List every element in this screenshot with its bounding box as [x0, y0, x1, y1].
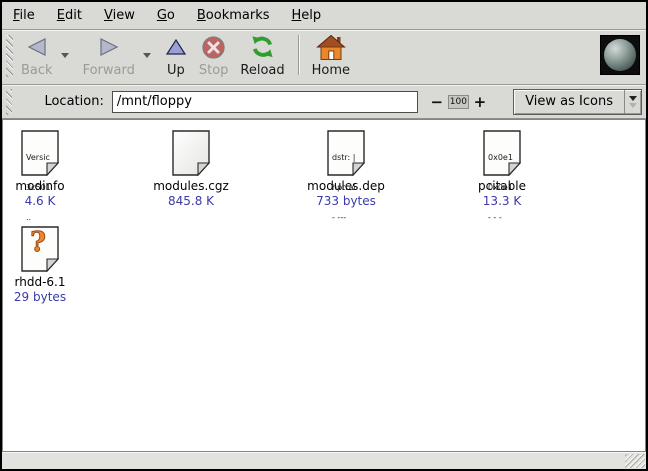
file-item-modules-cgz[interactable]: modules.cgz 845.8 K [126, 128, 256, 209]
menu-file[interactable]: File [2, 2, 46, 29]
menu-bookmarks[interactable]: Bookmarks [186, 2, 281, 29]
text-file-icon: Versic 3c501 .. [21, 130, 59, 176]
toolbar: Back Forward Up Stop [2, 30, 646, 85]
reload-icon [249, 34, 276, 60]
throbber [600, 35, 640, 75]
forward-history-dropdown-icon[interactable] [143, 53, 151, 58]
home-icon [316, 34, 346, 60]
file-view: Versic 3c501 .. modinfo 4.6 K [2, 119, 646, 452]
back-button[interactable]: Back [15, 34, 59, 78]
reload-label: Reload [240, 63, 284, 78]
up-button[interactable]: Up [159, 34, 193, 78]
back-history-dropdown-icon[interactable] [61, 53, 69, 58]
file-name: modules.cgz [126, 179, 256, 194]
throbber-sphere-icon [604, 39, 636, 71]
menu-go[interactable]: Go [146, 2, 186, 29]
reload-button[interactable]: Reload [234, 34, 290, 78]
file-name: rhdd-6.1 [2, 275, 105, 290]
view-mode-dropdown-arrow-icon[interactable] [624, 90, 641, 114]
stop-label: Stop [199, 63, 229, 78]
text-file-icon: 0x0e1 0x0e1 - - - [483, 130, 521, 176]
file-size: 845.8 K [126, 194, 256, 209]
forward-label: Forward [83, 63, 135, 78]
file-manager-window: File Edit View Go Bookmarks Help Back Fo… [0, 0, 648, 471]
menu-edit[interactable]: Edit [46, 2, 93, 29]
zoom-level-indicator[interactable]: 100 [448, 95, 468, 109]
file-size: 29 bytes [2, 290, 105, 305]
up-label: Up [167, 63, 185, 78]
up-arrow-icon [165, 34, 187, 60]
status-bar [2, 452, 646, 469]
stop-button[interactable]: Stop [193, 34, 235, 78]
file-item-pcitable[interactable]: 0x0e1 0x0e1 - - - pcitable 13.3 K [437, 128, 567, 209]
home-label: Home [312, 63, 350, 78]
file-item-modules-dep[interactable]: dstr: | hptrai - --- modules.dep 733 byt… [281, 128, 411, 209]
back-arrow-icon [25, 34, 49, 60]
locationbar-grip[interactable] [6, 89, 12, 115]
question-mark-icon: ? [21, 227, 55, 258]
location-label: Location: [44, 94, 103, 109]
home-button[interactable]: Home [306, 34, 356, 78]
resize-grip[interactable] [625, 454, 645, 468]
menu-help[interactable]: Help [281, 2, 333, 29]
menu-view[interactable]: View [93, 2, 146, 29]
forward-button[interactable]: Forward [77, 34, 141, 78]
file-item-modinfo[interactable]: Versic 3c501 .. modinfo 4.6 K [2, 128, 105, 209]
stop-icon [201, 34, 226, 60]
zoom-in-button[interactable]: + [471, 93, 490, 111]
view-mode-dropdown[interactable]: View as Icons [513, 89, 642, 115]
toolbar-separator [298, 35, 299, 75]
unknown-file-icon: ? [21, 226, 59, 272]
menubar: File Edit View Go Bookmarks Help [2, 2, 646, 30]
back-label: Back [21, 63, 53, 78]
text-file-icon: dstr: | hptrai - --- [327, 130, 365, 176]
location-bar: Location: − 100 + View as Icons [2, 85, 646, 119]
location-input[interactable] [112, 91, 418, 113]
toolbar-grip[interactable] [6, 35, 13, 77]
document-icon [172, 130, 210, 176]
forward-arrow-icon [97, 34, 121, 60]
zoom-out-button[interactable]: − [428, 93, 447, 111]
view-mode-label: View as Icons [514, 90, 624, 114]
file-item-rhdd[interactable]: ? rhdd-6.1 29 bytes [2, 224, 105, 305]
